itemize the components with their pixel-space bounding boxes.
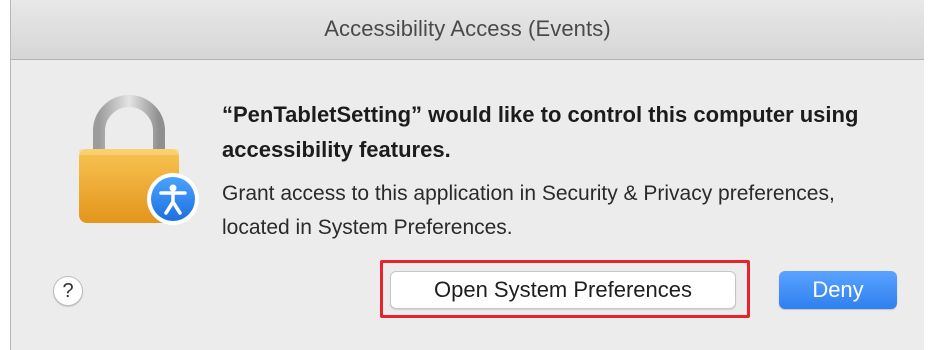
dialog-title: Accessibility Access (Events) bbox=[324, 16, 611, 41]
title-bar: Accessibility Access (Events) bbox=[11, 0, 924, 60]
lock-icon bbox=[79, 95, 199, 225]
dialog-headline: “PenTabletSetting” would like to control… bbox=[222, 102, 859, 162]
open-system-preferences-button[interactable]: Open System Preferences bbox=[390, 271, 736, 309]
accessibility-dialog: Accessibility Access (Events) “PenTablet… bbox=[10, 0, 924, 350]
dialog-message: Grant access to this application in Secu… bbox=[222, 182, 835, 239]
deny-button[interactable]: Deny bbox=[779, 271, 897, 309]
help-button[interactable]: ? bbox=[53, 276, 83, 306]
accessibility-icon bbox=[147, 173, 199, 225]
